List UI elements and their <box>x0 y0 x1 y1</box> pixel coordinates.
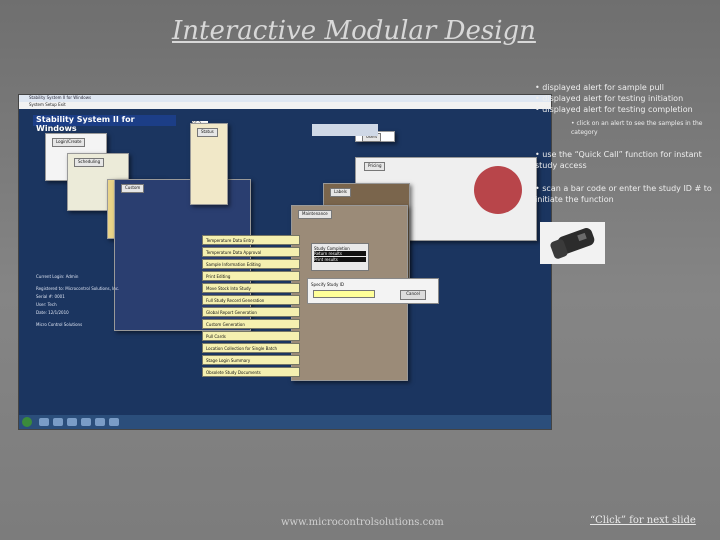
next-slide-link[interactable]: “Click” for next slide <box>590 515 696 526</box>
card-label: Labels <box>330 188 351 197</box>
menu-item[interactable]: Custom Generation <box>202 319 300 329</box>
menu-item[interactable]: Full Study Record Generation <box>202 295 300 305</box>
window-title-bar: Stability System II for Windows <box>19 95 551 102</box>
quick-call-dialog: Specify Study ID Cancel <box>307 278 439 304</box>
menu-item[interactable]: Sample Information Editing <box>202 259 300 269</box>
bullet-item: • scan a bar code or enter the study ID … <box>535 184 712 204</box>
app-screenshot: Stability System II for Windows System S… <box>19 95 551 429</box>
bullet-item: • use the “Quick Call” function for inst… <box>535 150 702 170</box>
taskbar-app-icon[interactable] <box>67 418 77 426</box>
info-line: Serial #: 0001 <box>36 294 65 299</box>
dialog-option[interactable]: Print results <box>314 257 366 262</box>
bullet-item: • displayed alert for sample pull <box>535 83 664 92</box>
quick-call-label: Specify Study ID <box>311 282 344 287</box>
menu-item[interactable]: Location Collection for Single Batch <box>202 343 300 353</box>
menu-item[interactable]: Obsolete Study Documents <box>202 367 300 377</box>
menu-item[interactable]: Move Stock Into Study <box>202 283 300 293</box>
card-status[interactable]: Status <box>190 123 228 205</box>
footer-url[interactable]: www.microcontrolsolutions.com <box>281 517 444 528</box>
apple-photo <box>474 166 522 214</box>
info-line: Micro Control Solutions <box>36 322 83 327</box>
slide-title: Interactive Modular Design <box>172 16 536 46</box>
info-line: Current Login: Admin <box>36 274 79 279</box>
menu-item[interactable]: Pull Cards <box>202 331 300 341</box>
barcode-scanner-image <box>540 222 605 264</box>
completion-dialog: Study Completion Return results Print re… <box>311 243 369 271</box>
taskbar-app-icon[interactable] <box>53 418 63 426</box>
function-menu: Temperature Data Entry Temperature Data … <box>202 235 300 379</box>
card-label: Status <box>197 128 218 137</box>
bullet-list: • displayed alert for sample pull • disp… <box>535 82 715 205</box>
menu-item[interactable]: Temperature Data Approval <box>202 247 300 257</box>
bullet-item: • displayed alert for testing completion <box>535 105 693 114</box>
menu-item[interactable]: Global Report Generation <box>202 307 300 317</box>
card-label: Login/Create <box>52 138 86 147</box>
dialog-option[interactable]: Return results <box>314 251 366 256</box>
taskbar-app-icon[interactable] <box>95 418 105 426</box>
menu-item[interactable]: Stage Login Summary <box>202 355 300 365</box>
card-label: Pricing <box>364 162 386 171</box>
study-id-input[interactable] <box>313 290 375 298</box>
menu-bar: System Setup Exit <box>19 102 551 109</box>
taskbar-app-icon[interactable] <box>109 418 119 426</box>
menu-item[interactable]: Print Editing <box>202 271 300 281</box>
toolbar-icons[interactable] <box>312 124 378 136</box>
info-line: Date: 12/1/2010 <box>36 310 69 315</box>
menu-item[interactable]: Temperature Data Entry <box>202 235 300 245</box>
bullet-item: • displayed alert for testing initiation <box>535 94 684 103</box>
info-line: User: Tech <box>36 302 57 307</box>
info-line: Registered to: Microcontrol Solutions, I… <box>36 286 120 291</box>
taskbar <box>19 415 551 429</box>
card-label: Custom <box>121 184 145 193</box>
bullet-subitem: • click on an alert to see the samples i… <box>571 120 703 136</box>
card-label: Scheduling <box>74 158 105 167</box>
start-button-icon[interactable] <box>22 417 32 427</box>
card-label: Maintenance <box>298 210 332 219</box>
taskbar-app-icon[interactable] <box>39 418 49 426</box>
info-panel: Current Login: Admin Registered to: Micr… <box>36 273 126 329</box>
cancel-button[interactable]: Cancel <box>400 290 426 300</box>
app-banner: Stability System II for Windows <box>33 115 176 133</box>
taskbar-app-icon[interactable] <box>81 418 91 426</box>
